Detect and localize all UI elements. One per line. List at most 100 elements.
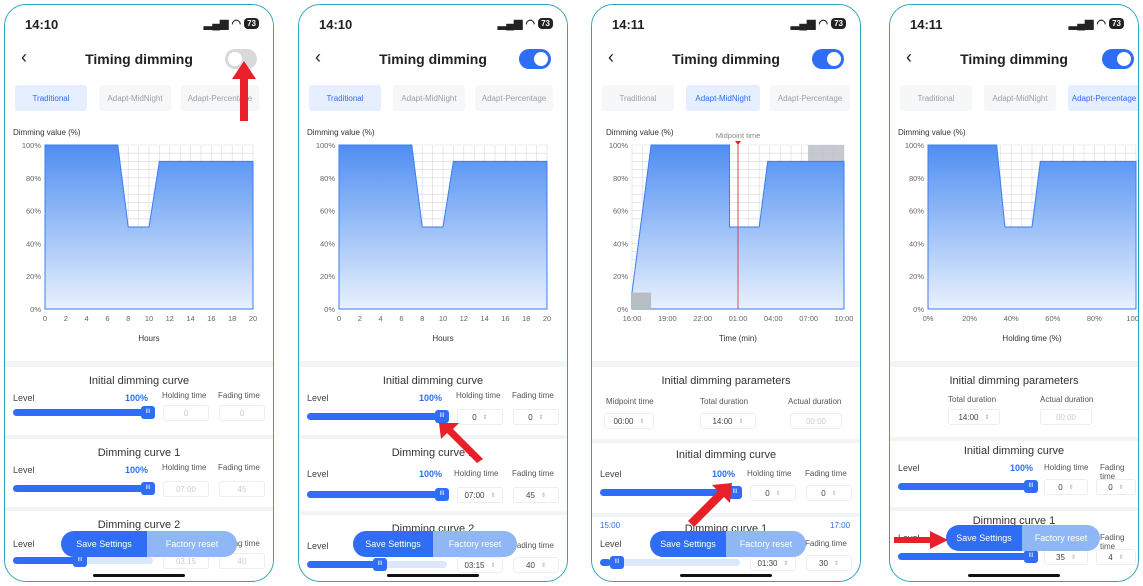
signal-icon: ▂▄▆ (497, 18, 523, 30)
y-tick-label: 20% (26, 272, 41, 281)
save-settings-button[interactable]: Save Settings (61, 531, 147, 557)
status-icons: ▂▄▆ ◠ 73 (791, 17, 846, 30)
fading-time-input[interactable]: 30 ⇕ (806, 555, 852, 571)
level-slider[interactable]: III (600, 556, 740, 569)
mode-tabs: Traditional Adapt-MidNight Adapt-Percent… (299, 77, 567, 123)
holding-time-input[interactable]: 35 ⇕ (1044, 549, 1088, 565)
battery-icon: 73 (831, 18, 846, 29)
fading-time-label: Fading time (512, 469, 554, 478)
tab-traditional[interactable]: Traditional (309, 85, 381, 111)
level-value: 100% (125, 393, 149, 403)
fading-time-input[interactable]: 0 (219, 405, 265, 421)
x-tick-label: 4 (379, 314, 383, 323)
fading-time-label: Fading time (512, 391, 554, 400)
holding-time-input[interactable]: 0 (163, 405, 209, 421)
home-indicator (680, 574, 772, 577)
action-bar: Save Settings Factory reset (353, 531, 517, 557)
slider-handle[interactable]: III (610, 556, 624, 569)
total-duration-input[interactable]: 14:00 ⇕ (948, 409, 1000, 425)
y-tick-label: 20% (320, 272, 335, 281)
fading-time-input[interactable]: 0 ⇕ (1096, 479, 1136, 495)
slider-handle[interactable]: III (141, 482, 155, 495)
slider-handle[interactable]: III (1024, 480, 1038, 493)
slider-handle[interactable]: III (435, 488, 449, 501)
level-value: 100% (125, 465, 149, 475)
holding-time-input[interactable]: 0 ⇕ (750, 485, 796, 501)
holding-time-input[interactable]: 0 ⇕ (1044, 479, 1088, 495)
x-tick-label: 20 (543, 314, 551, 323)
fading-time-label: Fading time (512, 541, 554, 550)
factory-reset-button[interactable]: Factory reset (147, 531, 237, 557)
x-tick-label: 6 (105, 314, 109, 323)
x-tick-label: 8 (420, 314, 424, 323)
holding-time-input[interactable]: 03:15 ⇕ (457, 557, 503, 573)
level-slider[interactable]: III (13, 482, 155, 495)
level-slider[interactable]: III (307, 558, 447, 571)
fading-time-input[interactable]: 45 (219, 481, 265, 497)
tab-traditional[interactable]: Traditional (900, 85, 972, 111)
enable-toggle[interactable] (1102, 49, 1134, 69)
tab-traditional[interactable]: Traditional (602, 85, 674, 111)
enable-toggle[interactable] (812, 49, 844, 69)
action-bar: Save Settings Factory reset (650, 531, 806, 557)
section-title: Dimming curve 1 (391, 447, 475, 459)
fading-time-input[interactable]: 4 ⇕ (1096, 549, 1136, 565)
x-tick-label: 16:00 (623, 314, 642, 323)
tab-adapt-percentage[interactable]: Adapt-Percentage (1068, 85, 1138, 111)
tab-adapt-percentage[interactable]: Adapt-Percentage (475, 85, 553, 111)
home-indicator (93, 574, 185, 577)
factory-reset-button[interactable]: Factory reset (1022, 525, 1100, 551)
actual-duration-input[interactable]: 00:00 (790, 413, 842, 429)
slider-handle[interactable]: III (1024, 550, 1038, 563)
level-slider[interactable]: III (898, 480, 1038, 493)
level-value: 100% (419, 469, 443, 479)
phone-screen-1: 14:10 ▂▄▆ ◠ 73 ‹ Timing dimming Traditiona… (4, 4, 274, 582)
y-tick-label: 60% (26, 207, 41, 216)
x-tick-label: 8 (126, 314, 130, 323)
fading-time-input[interactable]: 0 ⇕ (806, 485, 852, 501)
holding-time-input[interactable]: 01:30 ⇕ (750, 555, 796, 571)
factory-reset-button[interactable]: Factory reset (433, 531, 517, 557)
level-slider[interactable]: III (898, 550, 1038, 563)
enable-toggle[interactable] (519, 49, 551, 69)
tab-adapt-midnight[interactable]: Adapt-MidNight (686, 85, 760, 111)
level-label: Level (13, 393, 35, 403)
phone-screen-2: 14:10 ▂▄▆ ◠ 73 ‹ Timing dimming Traditiona… (298, 4, 568, 582)
tab-adapt-midnight[interactable]: Adapt-MidNight (393, 85, 465, 111)
level-slider[interactable]: III (307, 488, 449, 501)
midpoint-time-input[interactable]: 00:00 ⇕ (604, 413, 654, 429)
level-slider[interactable]: III (13, 406, 155, 419)
total-duration-input[interactable]: 14:00 ⇕ (700, 413, 756, 429)
fading-time-label: Fading time (805, 469, 847, 478)
holding-time-label: Holding time (456, 391, 501, 400)
tab-adapt-percentage[interactable]: Adapt-Percentage (770, 85, 850, 111)
header: ‹ Timing dimming (299, 43, 567, 77)
factory-reset-button[interactable]: Factory reset (726, 531, 806, 557)
x-tick-label: 100% (1126, 314, 1139, 323)
save-settings-button[interactable]: Save Settings (353, 531, 433, 557)
holding-time-input[interactable]: 07:00 (163, 481, 209, 497)
actual-duration-input[interactable]: 00:00 (1040, 409, 1092, 425)
tab-traditional[interactable]: Traditional (15, 85, 87, 111)
save-settings-button[interactable]: Save Settings (946, 525, 1022, 551)
y-tick-label: 80% (26, 174, 41, 183)
holding-time-input[interactable]: 07:00 ⇕ (457, 487, 503, 503)
fading-time-input[interactable]: 0 ⇕ (513, 409, 559, 425)
x-tick-label: 2 (64, 314, 68, 323)
level-slider[interactable]: III (13, 554, 153, 567)
x-tick-label: 2 (358, 314, 362, 323)
slider-handle[interactable]: III (373, 558, 387, 571)
fading-time-input[interactable]: 45 ⇕ (513, 487, 559, 503)
x-tick-label: 04:00 (764, 314, 783, 323)
save-settings-button[interactable]: Save Settings (650, 531, 726, 557)
tab-adapt-midnight[interactable]: Adapt-MidNight (99, 85, 171, 111)
wifi-icon: ◠ (1096, 18, 1107, 30)
tab-adapt-midnight[interactable]: Adapt-MidNight (984, 85, 1056, 111)
level-slider[interactable]: III (307, 410, 449, 423)
x-tick-label: 12 (460, 314, 468, 323)
action-bar: Save Settings Factory reset (946, 525, 1100, 551)
x-tick-label: 22:00 (693, 314, 712, 323)
x-axis-label: Hours (138, 334, 159, 343)
fading-time-input[interactable]: 40 ⇕ (513, 557, 559, 573)
slider-handle[interactable]: III (141, 406, 155, 419)
